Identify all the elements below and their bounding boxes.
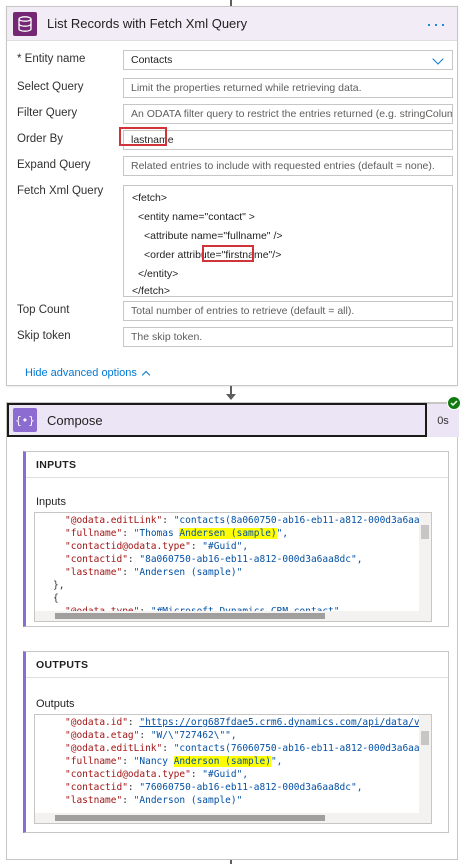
fetch-xml-label: Fetch Xml Query — [17, 185, 104, 197]
xml-line-entity-open: <entity name="contact" > — [138, 211, 255, 223]
entity-name-label: * Entity name — [17, 53, 86, 65]
skip-token-label: Skip token — [17, 330, 71, 342]
input-line-close-brace: }, — [53, 580, 65, 591]
select-query-input[interactable]: Limit the properties returned while retr… — [123, 78, 453, 98]
expand-query-label: Expand Query — [17, 159, 91, 171]
filter-query-label: Filter Query — [17, 107, 78, 119]
inputs-section: INPUTS Inputs "@odata.editLink": "contac… — [23, 451, 449, 627]
filter-query-input[interactable]: An ODATA filter query to restrict the en… — [123, 104, 453, 124]
order-by-input[interactable]: lastname — [123, 130, 453, 150]
input-line-fullname: "fullname": "Thomas Andersen (sample)", — [65, 528, 289, 539]
highlighted-fullname: Anderson (sample) — [173, 756, 271, 767]
outputs-hscroll-thumb[interactable] — [55, 815, 325, 821]
compose-icon: {•} — [13, 408, 37, 432]
expand-query-input[interactable]: Related entries to include with requeste… — [123, 156, 453, 176]
hide-advanced-options-link[interactable]: Hide advanced options — [25, 367, 151, 379]
xml-order-close: /> — [272, 249, 282, 261]
entity-name-dropdown[interactable]: Contacts — [123, 50, 453, 70]
output-line-lastname: "lastname": "Anderson (sample)" — [65, 795, 243, 806]
top-count-input[interactable]: Total number of entries to retrieve (def… — [123, 301, 453, 321]
success-check-icon — [447, 396, 461, 410]
inputs-scroll-thumb[interactable] — [421, 525, 429, 539]
highlighted-fullname: Andersen (sample) — [179, 528, 277, 539]
xml-line-attribute: <attribute name="fullname" /> — [144, 230, 283, 242]
output-line-contactid-type: "contactid@odata.type": "#Guid", — [65, 769, 249, 780]
xml-line-entity-close: </entity> — [138, 268, 179, 280]
top-count-label: Top Count — [17, 304, 70, 316]
expand-query-placeholder: Related entries to include with requeste… — [131, 160, 435, 172]
outputs-section: OUTPUTS Outputs "@odata.id": "https://or… — [23, 651, 449, 833]
inputs-label: Inputs — [36, 496, 66, 508]
database-icon — [13, 11, 37, 36]
xml-line-fetch-open: <fetch> — [132, 192, 168, 204]
input-line-contactid: "contactid": "8a060750-ab16-eb11-a812-00… — [65, 554, 363, 565]
input-line-open-brace: { — [53, 593, 59, 604]
outputs-label: Outputs — [36, 698, 75, 710]
order-by-annotation-box — [119, 127, 167, 146]
inputs-section-title: INPUTS — [26, 452, 448, 478]
list-records-action-card: List Records with Fetch Xml Query ··· * … — [6, 6, 458, 386]
outputs-vertical-scrollbar[interactable] — [419, 715, 431, 823]
filter-query-placeholder: An ODATA filter query to restrict the en… — [131, 108, 452, 120]
compose-header[interactable]: {•} Compose — [7, 403, 427, 437]
select-query-placeholder: Limit the properties returned while retr… — [131, 82, 362, 94]
compose-title: Compose — [47, 412, 103, 428]
top-count-placeholder: Total number of entries to retrieve (def… — [131, 305, 355, 317]
compose-action-card: {•} Compose 0s INPUTS Inputs "@odata.edi… — [6, 402, 459, 860]
entity-name-value: Contacts — [131, 54, 173, 66]
skip-token-placeholder: The skip token. — [131, 331, 203, 343]
firstname-annotation-box — [202, 245, 254, 262]
input-line-editlink: "@odata.editLink": "contacts(8a060750-ab… — [65, 515, 426, 526]
fetch-xml-input[interactable]: <fetch> <entity name="contact" > <attrib… — [123, 185, 453, 297]
more-options-button[interactable]: ··· — [426, 15, 447, 33]
outputs-code-viewer[interactable]: "@odata.id": "https://org687fdae5.crm6.d… — [34, 714, 432, 824]
order-by-label: Order By — [17, 133, 64, 145]
select-query-label: Select Query — [17, 81, 84, 93]
input-line-contactid-type: "contactid@odata.type": "#Guid", — [65, 541, 249, 552]
inputs-hscroll-thumb[interactable] — [55, 613, 325, 619]
inputs-horizontal-scrollbar[interactable] — [35, 611, 431, 621]
action-title: List Records with Fetch Xml Query — [47, 16, 248, 31]
xml-line-fetch-close: </fetch> — [132, 285, 170, 297]
inputs-code-viewer[interactable]: "@odata.editLink": "contacts(8a060750-ab… — [34, 512, 432, 622]
input-line-lastname: "lastname": "Andersen (sample)" — [65, 567, 243, 578]
output-line-contactid: "contactid": "76060750-ab16-eb11-a812-00… — [65, 782, 363, 793]
bottom-connector — [230, 860, 232, 864]
output-line-odata-id: "@odata.id": "https://org687fdae5.crm6.d… — [65, 717, 426, 728]
output-line-fullname: "fullname": "Nancy Anderson (sample)", — [65, 756, 283, 767]
inputs-vertical-scrollbar[interactable] — [419, 513, 431, 621]
outputs-horizontal-scrollbar[interactable] — [35, 813, 431, 823]
outputs-scroll-thumb[interactable] — [421, 731, 429, 745]
skip-token-input[interactable]: The skip token. — [123, 327, 453, 347]
outputs-section-title: OUTPUTS — [26, 652, 448, 678]
chevron-down-icon — [432, 53, 444, 65]
chevron-up-icon — [141, 370, 151, 379]
output-line-editlink: "@odata.editLink": "contacts(76060750-ab… — [65, 743, 426, 754]
arrow-down-icon — [226, 394, 236, 400]
hide-advanced-options-label: Hide advanced options — [25, 367, 137, 379]
list-records-header[interactable]: List Records with Fetch Xml Query ··· — [7, 7, 457, 41]
output-line-etag: "@odata.etag": "W/\"727462\"", — [65, 730, 237, 741]
